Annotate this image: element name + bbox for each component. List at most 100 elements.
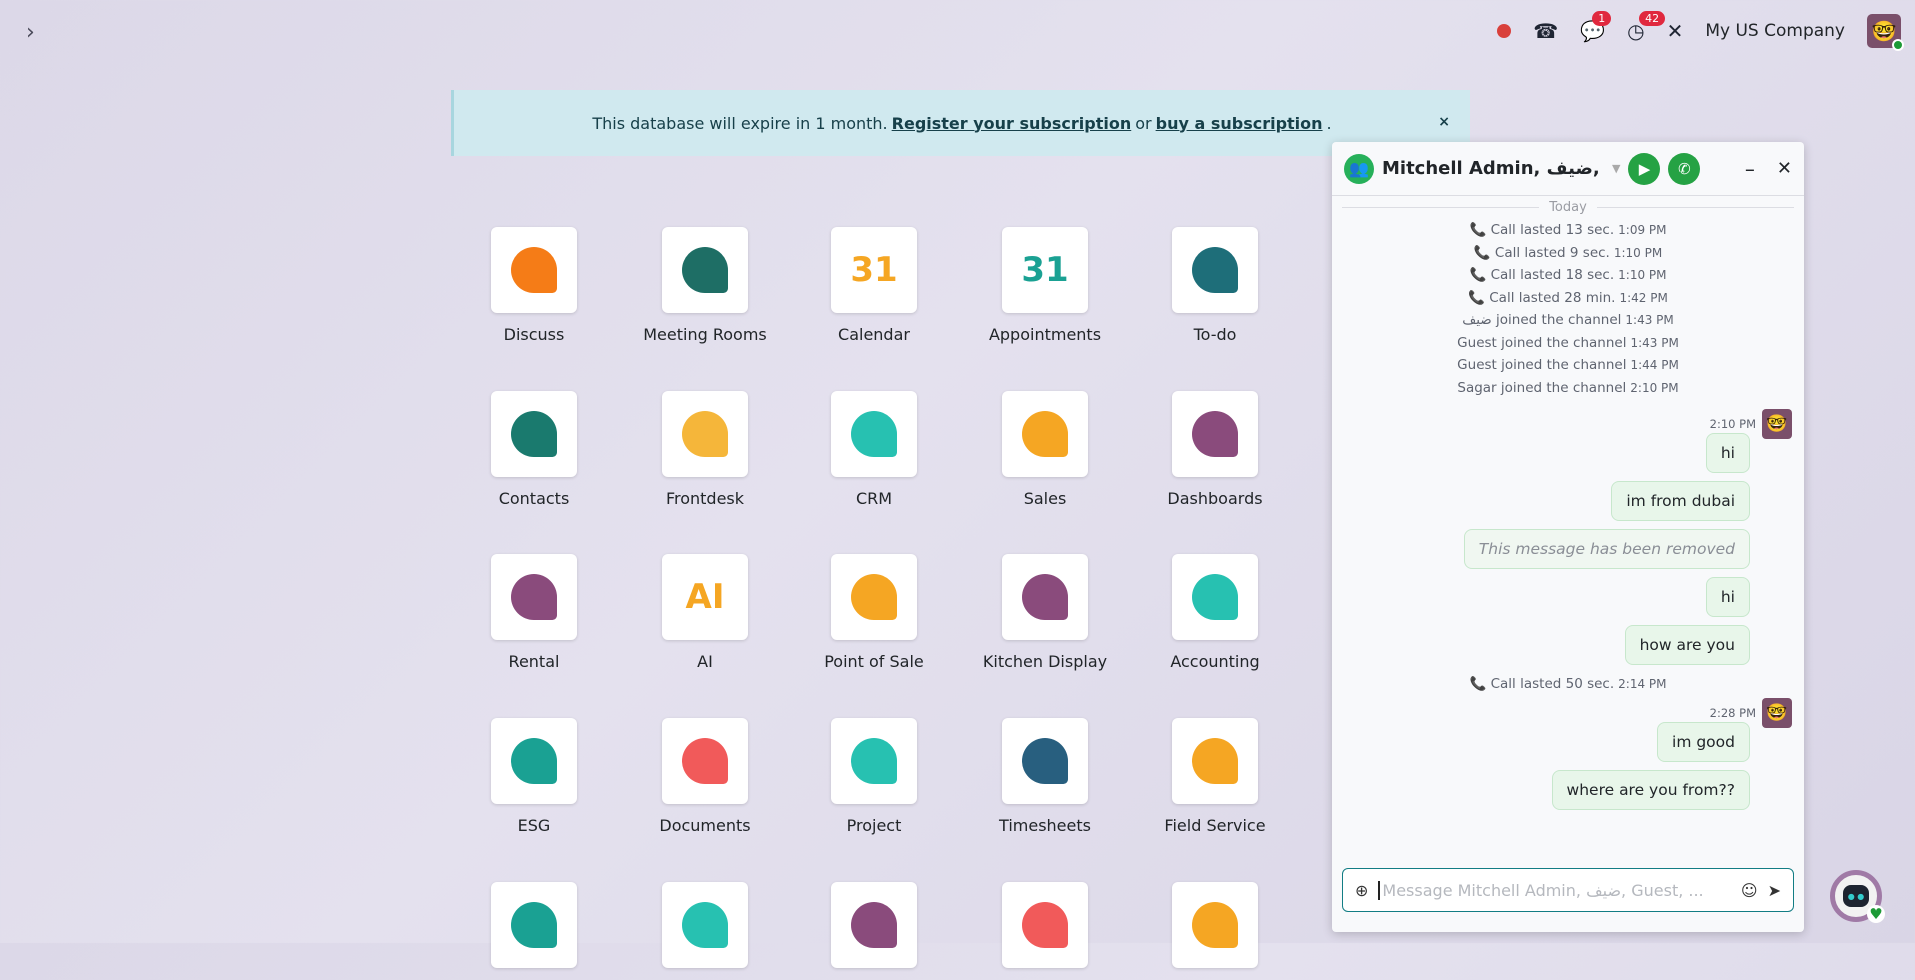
message-time: 2:10 PM (1709, 417, 1756, 431)
app-icon (831, 718, 917, 804)
message-bubble[interactable]: hi (1705, 577, 1750, 617)
notifications: 📞 Call lasted 13 sec. 1:09 PM 📞 Call laste… (1332, 219, 1804, 399)
register-subscription-link[interactable]: Register your subscription (892, 114, 1132, 133)
close-chat-button[interactable]: ✕ (1777, 158, 1792, 179)
tools-icon[interactable]: ✕ (1667, 19, 1684, 43)
message-time: 2:28 PM (1709, 705, 1756, 720)
add-attachment-icon[interactable]: ⊕ (1355, 881, 1368, 900)
app-ai[interactable]: AI AI (620, 554, 790, 671)
notification: ضيف joined the channel 1:43 PM (1462, 312, 1674, 328)
notification: 📞 Call lasted 13 sec. 1:09 PM (1469, 222, 1667, 238)
app-item[interactable] (789, 882, 959, 980)
app-project[interactable]: Project (789, 718, 959, 835)
sender-avatar: 🤓 (1762, 697, 1792, 728)
minimize-button[interactable]: – (1745, 157, 1755, 181)
app-appointments[interactable]: 31 Appointments (960, 227, 1130, 344)
app-item[interactable] (960, 882, 1130, 980)
emoji-icon[interactable]: ☺ (1741, 881, 1758, 900)
notification: 📞 Call lasted 18 sec. 1:10 PM (1469, 267, 1667, 283)
app-esg[interactable]: ESG (449, 718, 619, 835)
notification: Guest joined the channel 1:43 PM (1457, 334, 1679, 351)
app-icon (831, 882, 917, 968)
app-dashboards[interactable]: Dashboards (1130, 391, 1300, 508)
phone-icon[interactable]: ☎ (1533, 19, 1558, 43)
app-icon (662, 882, 748, 968)
user-avatar[interactable]: 🤓 (1867, 14, 1904, 51)
app-icon (662, 391, 748, 477)
notification: 📞 Call lasted 28 min. 1:42 PM (1468, 289, 1668, 306)
app-icon (1172, 391, 1258, 477)
app-to-do[interactable]: To-do (1130, 227, 1300, 344)
chevron-down-icon[interactable]: ▼ (1612, 162, 1620, 175)
app-rental[interactable]: Rental (449, 554, 619, 671)
app-icon (831, 391, 917, 477)
message-bubble[interactable]: where are you from?? (1551, 769, 1750, 810)
app-calendar[interactable]: 31 Calendar (789, 227, 959, 344)
app-frontdesk[interactable]: Frontdesk (620, 391, 790, 508)
app-icon (491, 718, 577, 804)
app-icon (1172, 882, 1258, 968)
phone-icon: 📞 (1468, 289, 1490, 306)
video-call-button[interactable]: ▶ (1628, 152, 1661, 185)
group-icon: 👥 (1344, 153, 1374, 184)
app-icon (662, 227, 748, 313)
app-item[interactable] (1130, 882, 1300, 980)
sender-avatar: 🤓 (1762, 409, 1792, 439)
ai-assistant-button[interactable]: ● ● ♥ (1830, 870, 1885, 923)
close-banner-button[interactable]: × (1438, 114, 1450, 130)
recording-indicator-icon[interactable] (1497, 24, 1512, 38)
app-icon (1002, 882, 1088, 968)
activities-badge: 42 (1639, 11, 1666, 26)
app-item[interactable] (449, 882, 619, 980)
app-discuss[interactable]: Discuss (449, 227, 619, 344)
top-bar: › ☎ 💬 1 ◷ 42 ✕ My US Company 🤓 (0, 0, 1915, 62)
app-icon: AI (662, 554, 748, 640)
app-accounting[interactable]: Accounting (1130, 554, 1300, 671)
app-icon (1172, 227, 1258, 313)
message-input[interactable]: Message Mitchell Admin, ضيف, Guest, ... (1378, 880, 1731, 900)
send-icon[interactable]: ➤ (1768, 881, 1781, 900)
app-icon (491, 554, 577, 640)
call-notification: 📞 Call lasted 50 sec. 2:14 PM (1469, 676, 1667, 692)
app-icon (491, 227, 577, 313)
messages-badge: 1 (1592, 11, 1612, 26)
buy-subscription-link[interactable]: buy a subscription (1156, 114, 1323, 133)
chat-title[interactable]: Mitchell Admin, ضيف, G... (1382, 158, 1604, 179)
app-icon (662, 718, 748, 804)
app-icon (491, 882, 577, 968)
sidebar-toggle-icon[interactable]: › (26, 20, 35, 45)
app-sales[interactable]: Sales (960, 391, 1130, 508)
phone-icon: 📞 (1469, 222, 1491, 238)
messages-icon[interactable]: 💬 1 (1580, 11, 1612, 43)
message-bubble[interactable]: hi (1705, 433, 1750, 473)
notification: Sagar joined the channel 2:10 PM (1457, 379, 1679, 396)
phone-icon: 📞 (1469, 676, 1491, 692)
app-icon (1172, 718, 1258, 804)
app-documents[interactable]: Documents (620, 718, 790, 835)
app-icon (831, 554, 917, 640)
company-switcher[interactable]: My US Company (1705, 21, 1845, 41)
message-bubble[interactable]: im good (1657, 721, 1750, 762)
notification: Guest joined the channel 1:44 PM (1457, 357, 1679, 373)
message-bubble[interactable]: how are you (1624, 625, 1750, 665)
app-timesheets[interactable]: Timesheets (960, 718, 1130, 835)
app-icon: 31 (831, 227, 917, 313)
date-divider: Today (1342, 200, 1794, 215)
voice-call-button[interactable]: ✆ (1668, 152, 1701, 185)
app-crm[interactable]: CRM (789, 391, 959, 508)
app-item[interactable] (620, 882, 790, 980)
message-bubble[interactable]: im from dubai (1611, 481, 1750, 521)
activities-clock-icon[interactable]: ◷ 42 (1627, 11, 1666, 43)
app-contacts[interactable]: Contacts (449, 391, 619, 508)
app-field-service[interactable]: Field Service (1130, 718, 1300, 835)
app-icon: 31 (1002, 227, 1088, 313)
app-point-of-sale[interactable]: Point of Sale (789, 554, 959, 671)
app-meeting-rooms[interactable]: Meeting Rooms (620, 227, 790, 344)
app-kitchen-display[interactable]: Kitchen Display (960, 554, 1130, 671)
subscription-banner: This database will expire in 1 month. Re… (451, 90, 1470, 156)
heart-icon: ♥ (1867, 905, 1885, 923)
app-icon (1002, 554, 1088, 640)
phone-icon: 📞 (1469, 267, 1491, 283)
notification: 📞 Call lasted 9 sec. 1:10 PM (1473, 244, 1663, 261)
message-bubble[interactable]: This message has been removed (1463, 529, 1750, 569)
